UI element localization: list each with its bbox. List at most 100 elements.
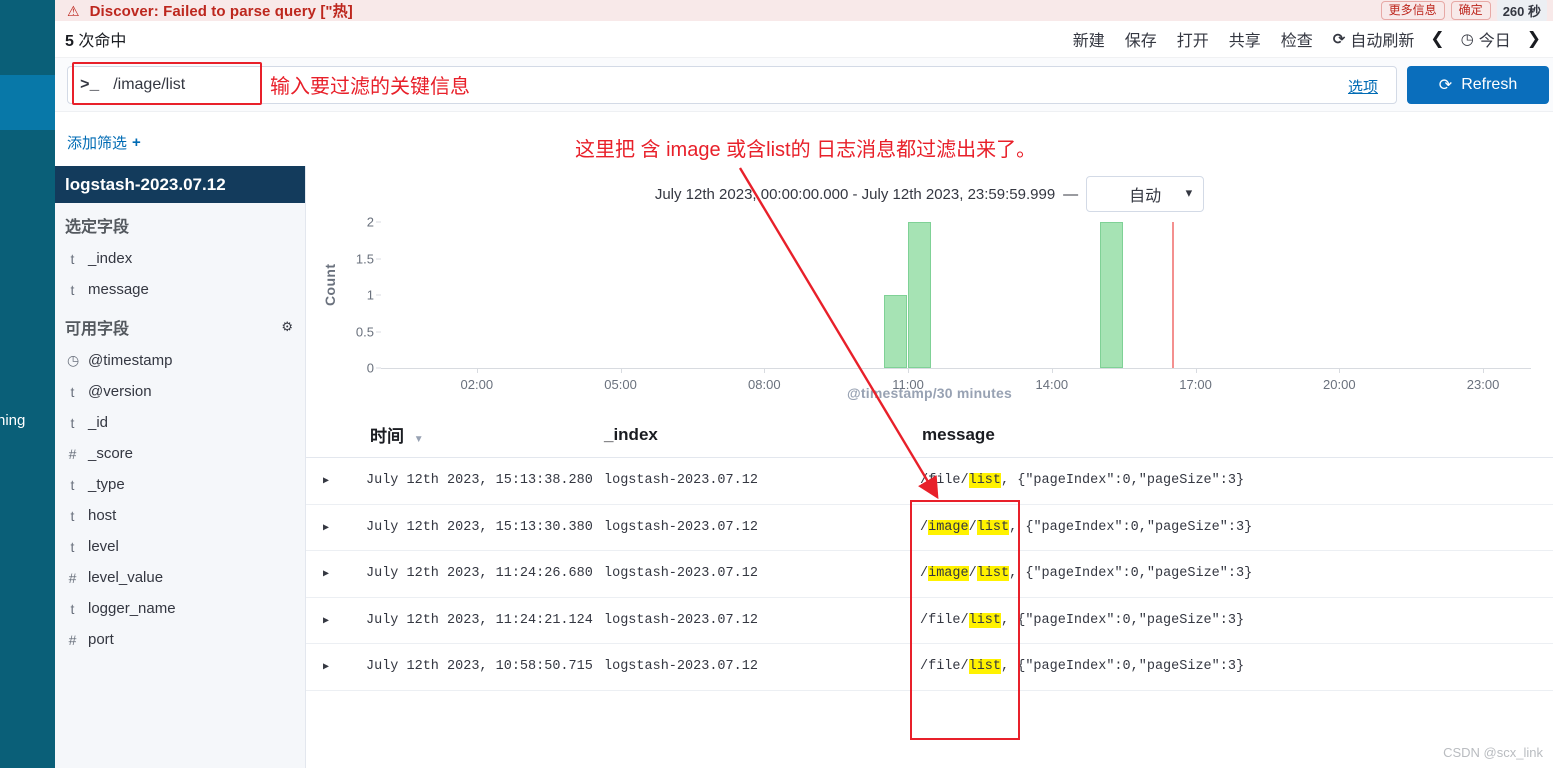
nav-rail-item-active[interactable] [0, 75, 55, 130]
documents-table: 时间 ▼ _index message ▶ July 12th 2023, 15:… [306, 412, 1553, 691]
sidebar-field-logger_name[interactable]: t logger_name [55, 593, 305, 624]
field-name: _id [88, 414, 109, 431]
cell-message: /file/list, {"pageIndex":0,"pageSize":3} [920, 473, 1245, 489]
caret-right-icon: ▶ [322, 522, 330, 534]
column-header-time[interactable]: 时间 ▼ [346, 422, 604, 447]
chevron-left-icon[interactable]: ❮ [1424, 29, 1450, 49]
toast-countdown-badge: 260 秒 [1496, 0, 1547, 22]
caret-right-icon: ▶ [322, 476, 330, 488]
chart-bar[interactable] [1099, 222, 1123, 368]
field-name: _index [88, 250, 133, 267]
cell-time: July 12th 2023, 15:13:30.380 [366, 519, 593, 535]
index-pattern-selector[interactable]: logstash-2023.07.12 [55, 166, 305, 203]
match-highlight: list [968, 473, 1002, 489]
cell-message: /file/list, {"pageIndex":0,"pageSize":3} [920, 659, 1245, 675]
sidebar-field-port[interactable]: # port [55, 624, 305, 655]
confirm-button[interactable]: 确定 [1450, 1, 1491, 20]
gear-icon[interactable]: ⚙ [281, 319, 293, 335]
column-header-message[interactable]: message [904, 425, 1553, 445]
table-row[interactable]: ▶ July 12th 2023, 15:13:38.280 logstash-20… [306, 458, 1553, 505]
table-row[interactable]: ▶ July 12th 2023, 10:58:50.715 logstash-20… [306, 644, 1553, 691]
interval-select[interactable]: 自动 ▾ [1086, 176, 1205, 212]
auto-refresh-button[interactable]: ⟳ 自动刷新 [1323, 27, 1425, 51]
sidebar-field-level[interactable]: t level [55, 531, 305, 562]
field-type-string-icon: t [70, 383, 75, 400]
add-filter-label: 添加筛选 [67, 135, 128, 152]
cell-time: July 12th 2023, 10:58:50.715 [366, 659, 593, 675]
expand-row-button[interactable]: ▶ [306, 566, 346, 581]
field-type-string-icon: t [70, 281, 75, 298]
more-info-button[interactable]: 更多信息 [1380, 1, 1445, 20]
time-range-text: July 12th 2023, 00:00:00.000 - July 12th… [654, 185, 1056, 203]
chart-x-tick-mark [908, 368, 910, 373]
field-name: _type [88, 476, 125, 493]
field-type-number-icon: # [68, 445, 77, 462]
error-toast-title: Discover: Failed to parse query ["热] [89, 3, 353, 20]
field-type-number-icon: # [68, 631, 77, 648]
column-header-index[interactable]: _index [604, 425, 904, 445]
search-input[interactable]: >_ /image/list 选项 [67, 65, 1397, 104]
field-name: host [88, 507, 117, 524]
sidebar-field-_id[interactable]: t _id [55, 407, 305, 438]
chart-x-tick-mark [764, 368, 766, 373]
cell-time: July 12th 2023, 15:13:38.280 [366, 473, 593, 489]
expand-row-button[interactable]: ▶ [306, 473, 346, 488]
field-type-number-icon: # [68, 569, 77, 586]
new-button[interactable]: 新建 [1063, 27, 1115, 51]
cell-time: July 12th 2023, 11:24:21.124 [366, 612, 593, 628]
query-options-link[interactable]: 选项 [1348, 76, 1378, 97]
table-row[interactable]: ▶ July 12th 2023, 11:24:26.680 logstash-20… [306, 551, 1553, 598]
filter-bar: 添加筛选 + [55, 111, 1553, 164]
chart-x-tick-mark [476, 368, 478, 373]
open-button[interactable]: 打开 [1167, 27, 1219, 51]
nav-rail-item-label[interactable]: rning [0, 412, 62, 429]
field-name: level [88, 538, 119, 555]
cell-index: logstash-2023.07.12 [604, 659, 758, 675]
chart-y-axis-label: Count [322, 263, 338, 306]
match-highlight: list [976, 519, 1010, 535]
expand-row-button[interactable]: ▶ [306, 613, 346, 628]
chart-x-tick-mark [1339, 368, 1341, 373]
refresh-button[interactable]: ⟳ Refresh [1407, 65, 1549, 104]
refresh-icon: ⟳ [1332, 31, 1346, 48]
match-highlight: list [968, 612, 1002, 628]
field-type-date-icon: ◷ [67, 352, 80, 368]
sort-desc-icon[interactable]: ▼ [414, 434, 424, 445]
field-sidebar: logstash-2023.07.12 选定字段 t _index t mess… [55, 166, 306, 768]
table-header-row: 时间 ▼ _index message [306, 412, 1553, 458]
sidebar-field-level_value[interactable]: # level_value [55, 562, 305, 593]
field-name: port [88, 631, 114, 648]
expand-row-button[interactable]: ▶ [306, 520, 346, 535]
chart-bar[interactable] [884, 295, 908, 368]
sidebar-field-message[interactable]: t message [55, 274, 305, 305]
sidebar-field-_index[interactable]: t _index [55, 243, 305, 274]
index-pattern-label: logstash-2023.07.12 [65, 174, 226, 194]
clock-icon: ◷ [1460, 31, 1474, 48]
time-range-button[interactable]: ◷ 今日 [1451, 27, 1521, 51]
inspect-button[interactable]: 检查 [1271, 27, 1323, 51]
table-row[interactable]: ▶ July 12th 2023, 11:24:21.124 logstash-20… [306, 598, 1553, 644]
sidebar-field-host[interactable]: t host [55, 500, 305, 531]
add-filter-button[interactable]: 添加筛选 + [67, 132, 141, 153]
refresh-icon: ⟳ [1438, 76, 1453, 94]
sidebar-field-timestamp[interactable]: ◷ @timestamp [55, 345, 305, 376]
chart-plot-area[interactable]: 0 0.5 1 1.5 2 02:00 05:00 08:00 11:00 14:00 17:00 2… [356, 215, 1531, 392]
cell-index: logstash-2023.07.12 [604, 566, 758, 582]
share-button[interactable]: 共享 [1219, 27, 1271, 51]
selected-fields-header: 选定字段 [55, 203, 305, 243]
cell-message: /image/list, {"pageIndex":0,"pageSize":3… [920, 566, 1253, 582]
chart-bar[interactable] [908, 222, 932, 368]
plus-icon: + [132, 134, 141, 151]
chart-x-axis-label: @timestamp/30 minutes [847, 385, 1012, 401]
field-type-string-icon: t [70, 476, 75, 493]
expand-row-button[interactable]: ▶ [306, 659, 346, 674]
table-body: ▶ July 12th 2023, 15:13:38.280 logstash-20… [306, 458, 1553, 691]
sidebar-field-_type[interactable]: t _type [55, 469, 305, 500]
sidebar-field-_score[interactable]: # _score [55, 438, 305, 469]
save-button[interactable]: 保存 [1115, 27, 1167, 51]
match-highlight: list [976, 566, 1010, 582]
chevron-right-icon[interactable]: ❯ [1521, 29, 1547, 49]
sidebar-field-version[interactable]: t @version [55, 376, 305, 407]
interval-select-value: 自动 [1129, 188, 1162, 205]
table-row[interactable]: ▶ July 12th 2023, 15:13:30.380 logstash-20… [306, 505, 1553, 551]
